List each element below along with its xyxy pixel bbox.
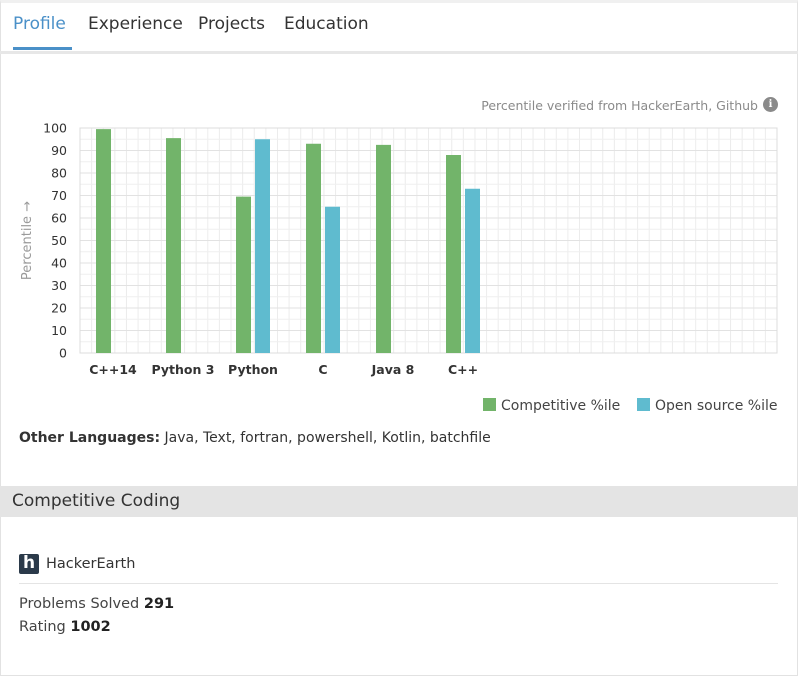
hackerearth-logo-icon: h <box>19 554 39 574</box>
chart-grid <box>79 127 778 354</box>
legend-label-open-source: Open source %ile <box>655 398 778 414</box>
bar-competitive-4[interactable] <box>376 144 391 353</box>
problems-solved-value: 291 <box>143 596 175 612</box>
legend-swatch-open-source <box>637 398 650 411</box>
rating-value: 1002 <box>70 619 111 635</box>
legend-swatch-competitive <box>483 398 496 411</box>
active-tab-indicator <box>13 47 72 50</box>
section-title: Competitive Coding <box>12 491 181 511</box>
hackerearth-name: HackerEarth <box>46 556 136 572</box>
y-tick-label: 0 <box>59 346 67 361</box>
x-tick-label: C++ <box>448 362 478 377</box>
y-tick-label: 20 <box>51 301 67 316</box>
bar-competitive-5[interactable] <box>446 155 461 353</box>
rating: Rating 1002 <box>19 619 111 635</box>
tab-profile[interactable]: Profile <box>13 14 66 34</box>
y-axis-label: Percentile → <box>20 201 35 280</box>
bar-open-source-5[interactable] <box>465 188 480 353</box>
x-tick-label: C++14 <box>89 362 137 377</box>
divider <box>19 583 778 584</box>
bar-competitive-0[interactable] <box>96 129 111 353</box>
y-tick-label: 60 <box>51 211 67 226</box>
other-languages-label: Other Languages: <box>19 430 161 446</box>
y-tick-label: 80 <box>51 166 67 181</box>
x-tick-label: Python <box>228 362 278 377</box>
legend-competitive[interactable]: Competitive %ile <box>483 398 620 416</box>
y-tick-label: 70 <box>51 188 67 203</box>
y-tick-label: 50 <box>51 233 67 248</box>
y-tick-label: 90 <box>51 143 67 158</box>
section-header: Competitive Coding <box>0 486 798 517</box>
rating-label: Rating <box>19 619 66 635</box>
bar-open-source-3[interactable] <box>325 206 340 353</box>
x-axis-ticks: C++14 Python 3 Python C Java 8 C++ <box>89 362 478 377</box>
problems-solved-label: Problems Solved <box>19 596 140 612</box>
x-tick-label: Java 8 <box>371 362 415 377</box>
other-languages-value: Java, Text, fortran, powershell, Kotlin,… <box>164 430 491 446</box>
y-tick-label: 30 <box>51 278 67 293</box>
y-tick-label: 10 <box>51 323 67 338</box>
tab-projects[interactable]: Projects <box>198 14 265 34</box>
y-tick-label: 100 <box>43 121 67 136</box>
x-tick-label: C <box>318 362 327 377</box>
y-axis-ticks: 0 10 20 30 40 50 60 70 80 90 100 <box>43 121 67 361</box>
legend-open-source[interactable]: Open source %ile <box>637 398 777 416</box>
bar-competitive-2[interactable] <box>236 196 251 353</box>
tab-education[interactable]: Education <box>284 14 369 34</box>
problems-solved: Problems Solved 291 <box>19 596 174 612</box>
legend-label-competitive: Competitive %ile <box>501 398 621 414</box>
tab-experience[interactable]: Experience <box>88 14 183 34</box>
tab-bar: Profile Experience Projects Education <box>0 0 798 54</box>
x-tick-label: Python 3 <box>152 362 215 377</box>
bar-competitive-3[interactable] <box>306 143 321 353</box>
y-tick-label: 40 <box>51 256 67 271</box>
bar-open-source-2[interactable] <box>255 139 270 353</box>
other-languages: Other Languages: Java, Text, fortran, po… <box>19 430 491 446</box>
bar-competitive-1[interactable] <box>166 138 181 353</box>
percentile-chart: 0 10 20 30 40 50 60 70 80 90 100 Percentile → C++1… <box>20 121 778 377</box>
